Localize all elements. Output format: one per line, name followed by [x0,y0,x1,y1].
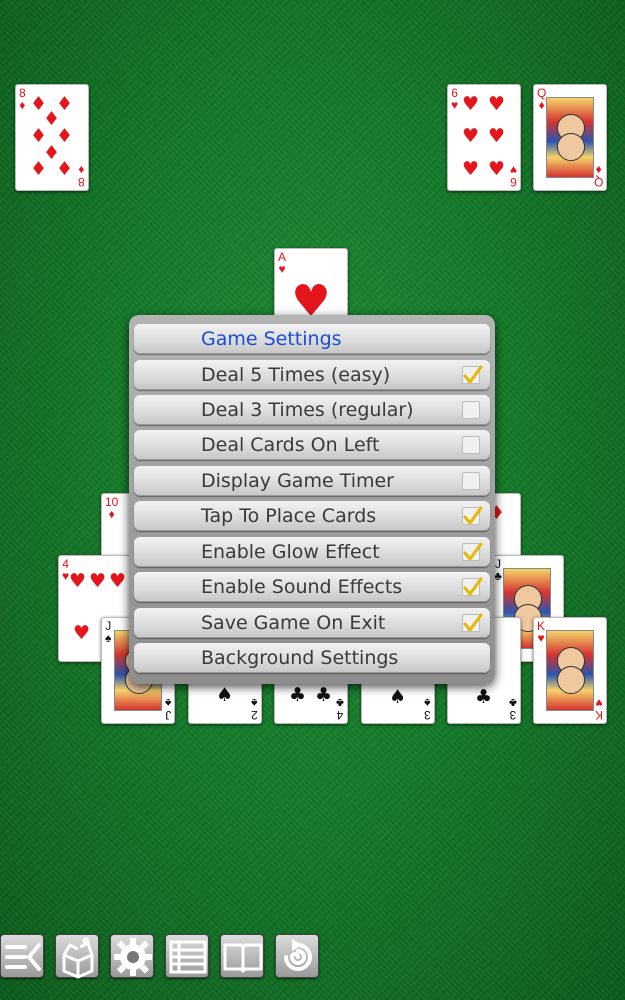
pip: ♣ [315,684,333,706]
pip: ♥ [462,93,480,115]
card-corner: Q ♦ [537,86,547,112]
checkbox-checked[interactable] [462,365,483,384]
setting-enable-sound-effects[interactable]: Enable Sound Effects [134,572,490,602]
pip: ♣ [289,684,307,706]
checkbox-checked[interactable] [462,613,483,632]
pip: ♣ [475,686,493,708]
settings-title-label: Game Settings [201,328,342,350]
setting-tap-to-place-cards[interactable]: Tap To Place Cards [134,501,490,531]
pip: ♥ [462,125,480,147]
pip: ♦ [30,158,48,180]
card-corner: 2 ♠ [251,696,258,722]
card-corner: J ♠ [164,696,171,722]
pip: ♥ [73,622,91,644]
settings-menu-title: Game Settings [134,324,490,354]
setting-label: Enable Glow Effect [201,541,380,563]
pip: ♠ [216,684,234,706]
pip: ♠ [389,686,407,708]
setting-save-game-on-exit[interactable]: Save Game On Exit [134,608,490,638]
card-corner: 6 ♥ [509,163,517,189]
card-8-diamonds[interactable]: 8 ♦ ♦ ♦ ♦ ♦ ♦ ♦ ♦ ♦ 8 ♦ [15,84,89,191]
pip: ♥ [462,158,480,180]
pip: ♥ [109,570,127,592]
card-corner: 3 ♠ [424,696,431,722]
setting-label: Save Game On Exit [201,612,386,634]
card-6-hearts[interactable]: 6 ♥ ♥ ♥ ♥ ♥ ♥ ♥ 6 ♥ [447,84,521,191]
list-button[interactable] [165,934,209,978]
checkbox-unchecked[interactable] [462,436,480,454]
card-corner: 8 ♦ [78,163,85,189]
undo-button[interactable] [275,934,319,978]
new-game-button[interactable] [55,934,99,979]
settings-button[interactable] [110,934,154,978]
card-corner: 4 ♣ [336,696,344,722]
undo-spiral-icon [284,939,312,971]
book-icon [223,943,263,973]
checkmark-icon [463,365,483,384]
face-card-art [546,97,594,178]
face-card-art [546,630,594,711]
card-queen-diamonds[interactable]: Q ♦ Q ♦ [533,84,607,191]
menu-button[interactable] [0,934,44,978]
setting-label: Display Game Timer [201,470,394,492]
card-corner: 8 ♦ [19,86,26,112]
card-corner: K ♥ [537,619,546,645]
game-settings-menu: Game Settings Deal 5 Times (easy) Deal 3… [129,315,495,684]
new-game-box-icon [62,937,94,979]
card-corner: 3 ♣ [509,696,517,722]
background-settings-button[interactable]: Background Settings [134,643,490,673]
card-corner: 6 ♥ [451,86,459,112]
pip: ♦ [56,158,74,180]
setting-label: Tap To Place Cards [201,505,377,527]
setting-deal-5-times[interactable]: Deal 5 Times (easy) [134,360,490,390]
setting-deal-3-times[interactable]: Deal 3 Times (regular) [134,395,490,425]
checkmark-icon [463,613,483,632]
setting-label: Deal Cards On Left [201,434,380,456]
list-icon [169,940,207,974]
pip: ♥ [488,125,506,147]
checkbox-checked[interactable] [462,506,483,525]
checkbox-unchecked[interactable] [462,472,480,490]
card-king-hearts[interactable]: K ♥ K ♥ [533,617,607,724]
card-corner: A ♥ [278,250,287,276]
setting-label: Background Settings [201,647,399,669]
gear-icon [114,938,152,976]
rules-button[interactable] [220,934,264,978]
setting-enable-glow-effect[interactable]: Enable Glow Effect [134,537,490,567]
card-corner: 10 ♦ [105,495,119,521]
setting-label: Deal 5 Times (easy) [201,364,391,386]
setting-display-game-timer[interactable]: Display Game Timer [134,466,490,496]
card-corner: J ♣ [494,557,502,583]
setting-label: Enable Sound Effects [201,576,403,598]
menu-icon [5,943,41,971]
card-corner: Q ♦ [593,163,603,189]
card-corner: K ♥ [594,696,603,722]
checkmark-icon [463,577,483,596]
card-corner: J ♠ [105,619,112,645]
pip: ♥ [488,93,506,115]
checkbox-checked[interactable] [462,542,483,561]
pip: ♥ [69,570,87,592]
checkbox-unchecked[interactable] [462,401,480,419]
checkbox-checked[interactable] [462,577,483,596]
setting-label: Deal 3 Times (regular) [201,399,414,421]
pip: ♥ [488,158,506,180]
setting-deal-cards-on-left[interactable]: Deal Cards On Left [134,430,490,460]
pip: ♥ [89,570,107,592]
checkmark-icon [463,506,483,525]
checkmark-icon [463,542,483,561]
